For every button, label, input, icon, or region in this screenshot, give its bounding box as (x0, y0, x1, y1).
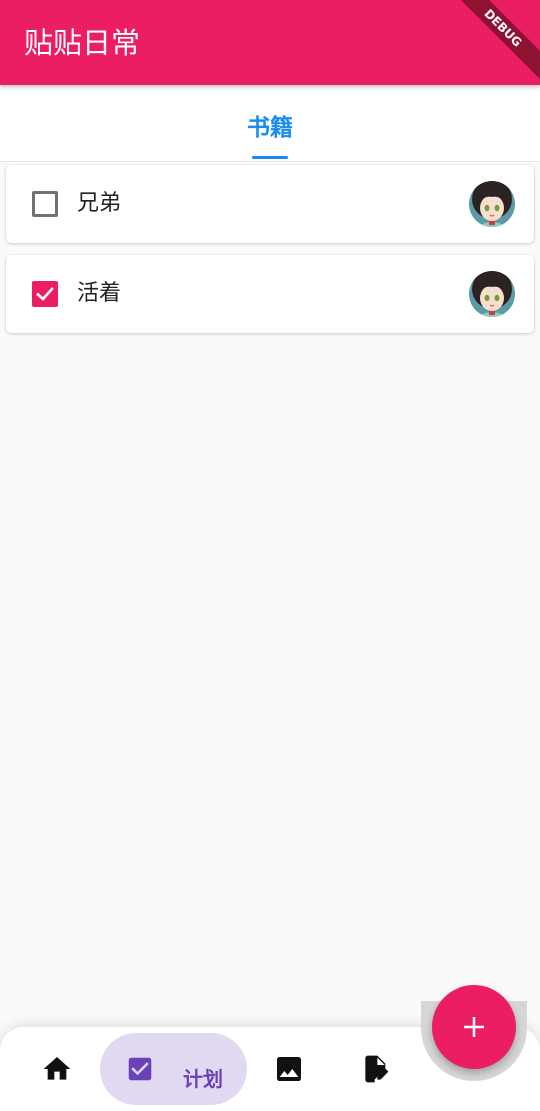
avatar (469, 271, 515, 317)
nav-notes[interactable] (341, 1027, 411, 1111)
tab-books[interactable]: 书籍 (0, 85, 540, 162)
image-icon (277, 1057, 301, 1081)
nav-gallery[interactable] (254, 1027, 324, 1111)
list-item[interactable]: 兄弟 (6, 165, 534, 243)
list-item[interactable]: 活着 (6, 255, 534, 333)
book-title: 兄弟 (77, 191, 122, 216)
app-bar: 贴贴日常 DEBUG (0, 0, 540, 85)
tab-books-label: 书籍 (247, 115, 293, 141)
avatar (469, 181, 515, 227)
nav-home[interactable] (22, 1027, 92, 1111)
nav-plan-label: 计划 (183, 1067, 223, 1091)
nav-plan[interactable]: 计划 (100, 1033, 247, 1105)
home-icon (43, 1057, 71, 1080)
plus-icon (464, 1017, 484, 1037)
book-title: 活着 (77, 281, 122, 306)
app-title: 贴贴日常 (24, 26, 141, 60)
tab-indicator (252, 156, 288, 159)
book-checkbox-checked[interactable] (32, 281, 58, 307)
debug-banner: DEBUG (442, 0, 540, 85)
edit-document-icon (365, 1055, 388, 1083)
add-button[interactable] (432, 985, 516, 1069)
book-checkbox-unchecked[interactable] (32, 191, 58, 217)
tab-bar: 书籍 (0, 85, 540, 162)
check-icon (36, 287, 54, 301)
checkbox-icon (128, 1057, 152, 1081)
